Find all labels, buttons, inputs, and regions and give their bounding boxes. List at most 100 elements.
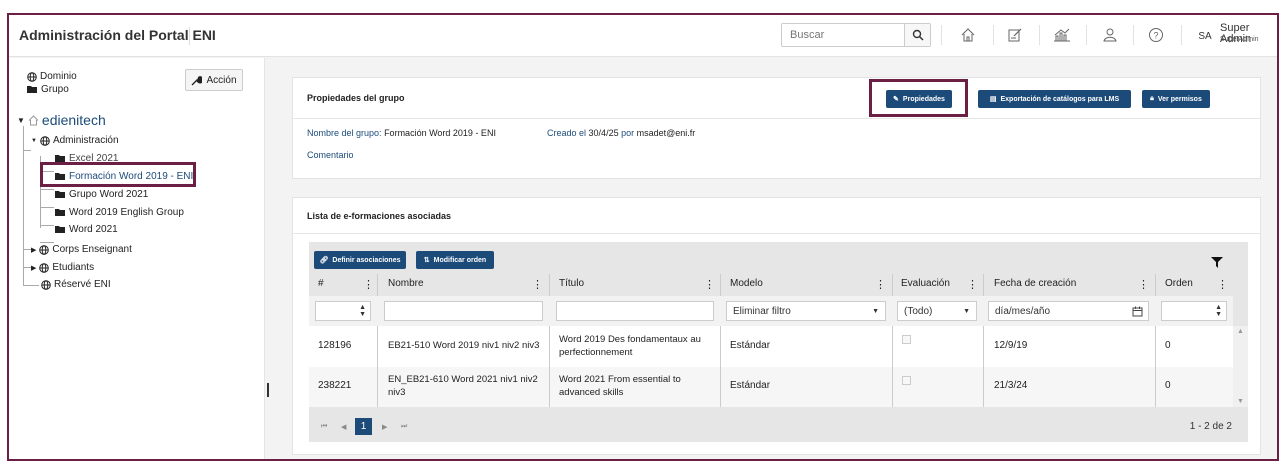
link-icon: 🔗︎ — [319, 257, 329, 264]
avatar[interactable]: SA — [1194, 26, 1216, 46]
page-button[interactable]: 1 — [355, 418, 372, 435]
collapse-toggle-icon[interactable]: ▼ — [31, 138, 37, 144]
column-header-orden[interactable]: Orden — [1165, 278, 1193, 289]
column-divider[interactable] — [720, 274, 721, 296]
cell-nombre: EN_EB21-610 Word 2021 niv1 niv2 niv3 — [388, 374, 538, 398]
column-header-modelo[interactable]: Modelo — [730, 278, 763, 289]
kebab-menu-icon[interactable]: ⋮ — [363, 278, 374, 291]
reports-button[interactable] — [1051, 23, 1073, 47]
tree-item-administracion[interactable]: ▼ Administración — [31, 135, 119, 146]
kebab-menu-icon[interactable]: ⋮ — [532, 278, 543, 291]
associated-trainings-card: Lista de e-formaciones asociadas 🔗︎ Defi… — [292, 197, 1261, 455]
column-divider — [892, 367, 893, 407]
column-header-titulo[interactable]: Título — [559, 278, 584, 289]
collapse-toggle-icon[interactable]: ▼ — [17, 116, 25, 125]
nombre-filter-input[interactable] — [384, 301, 543, 321]
column-divider[interactable] — [983, 274, 984, 296]
expand-toggle-icon[interactable]: ▶ — [31, 264, 36, 272]
column-divider — [1155, 367, 1156, 407]
cell-modelo: Estándar — [730, 340, 771, 351]
id-filter-input[interactable]: ▲ ▼ — [315, 301, 371, 321]
divider — [293, 233, 1260, 234]
table-row[interactable]: 128196 EB21-510 Word 2019 niv1 niv2 niv3… — [309, 326, 1233, 367]
export-label: Exportación de catálogos para LMS — [1000, 95, 1120, 103]
cell-fecha: 12/9/19 — [994, 340, 1028, 351]
column-divider[interactable] — [377, 274, 378, 296]
tree-item-domain[interactable]: ▶ Corps Enseignant — [31, 244, 132, 255]
column-header-fecha[interactable]: Fecha de creación — [994, 278, 1076, 289]
globe-icon — [40, 135, 50, 146]
view-permissions-button[interactable]: 🔒︎ Ver permisos — [1142, 90, 1210, 108]
accion-button[interactable]: Acción — [185, 69, 243, 91]
modelo-filter-select[interactable]: Eliminar filtro ▼ — [726, 301, 886, 321]
tree-item-group[interactable]: Word 2021 — [55, 224, 118, 235]
tree-item-label: Etudiants — [52, 262, 95, 273]
group-name-value: Formación Word 2019 - ENI — [384, 128, 496, 138]
search-input[interactable] — [782, 24, 904, 46]
tree-item-group[interactable]: Grupo Word 2021 — [55, 189, 148, 200]
filter-icon[interactable] — [1211, 257, 1223, 268]
help-button[interactable]: ? — [1145, 23, 1167, 47]
prev-page-icon[interactable]: ◀ — [341, 423, 346, 431]
column-header-id[interactable]: # — [318, 278, 324, 289]
column-divider[interactable] — [892, 274, 893, 296]
column-divider — [377, 326, 378, 367]
column-header-nombre[interactable]: Nombre — [388, 278, 424, 289]
tree-item-domain[interactable]: Réservé ENI — [41, 279, 111, 290]
scroll-up-icon[interactable]: ▲ — [1237, 328, 1244, 335]
titulo-filter-input[interactable] — [556, 301, 714, 321]
created-label: Creado el — [547, 128, 587, 138]
sidebar: Dominio Grupo Acción ▼ edienitech ▼ Admi… — [9, 58, 265, 459]
chevron-down-icon: ▼ — [872, 307, 879, 315]
tree-root[interactable]: ▼ edienitech — [17, 112, 106, 128]
tree-item-group[interactable]: Word 2019 English Group — [55, 207, 184, 218]
divider — [1181, 25, 1182, 45]
orden-filter-input[interactable]: ▲ ▼ — [1161, 301, 1227, 321]
kebab-menu-icon[interactable]: ⋮ — [875, 278, 886, 291]
spinner-icon[interactable]: ▲ ▼ — [359, 304, 366, 318]
evaluacion-filter-select[interactable]: (Todo) ▼ — [897, 301, 977, 321]
column-header-evaluacion[interactable]: Evaluación — [901, 278, 950, 289]
table-row[interactable]: 238221 EN_EB21-610 Word 2021 niv1 niv2 n… — [309, 367, 1233, 407]
kebab-menu-icon[interactable]: ⋮ — [704, 278, 715, 291]
first-page-icon[interactable]: ⏮︎ — [321, 423, 327, 431]
pager: ⏮︎ ◀ 1 ▶ ⏭︎ 1 - 2 de 2 — [309, 412, 1248, 442]
last-page-icon[interactable]: ⏭︎ — [401, 423, 407, 431]
evaluation-checkbox[interactable] — [902, 335, 911, 344]
column-divider[interactable] — [1155, 274, 1156, 296]
tree-item-label: Grupo Word 2021 — [69, 189, 149, 200]
home-button[interactable] — [957, 23, 979, 47]
edit-note-icon — [1008, 28, 1022, 42]
tree-line — [40, 189, 54, 190]
edit-button[interactable] — [1004, 23, 1026, 47]
search-button[interactable] — [904, 24, 930, 46]
tree-item-domain[interactable]: ▶ Etudiants — [31, 262, 94, 273]
modify-order-button[interactable]: ⇅ Modificar orden — [416, 251, 494, 269]
created-by-label: por — [621, 128, 635, 138]
globe-icon — [41, 279, 51, 290]
divider — [189, 27, 190, 45]
evaluation-checkbox[interactable] — [902, 376, 911, 385]
define-associations-button[interactable]: 🔗︎ Definir asociaciones — [314, 251, 406, 269]
column-divider — [1155, 326, 1156, 367]
export-catalogs-button[interactable]: ▤ Exportación de catálogos para LMS — [978, 90, 1131, 108]
resize-handle[interactable] — [267, 383, 269, 397]
spinner-icon[interactable]: ▲ ▼ — [1215, 304, 1222, 318]
calendar-icon[interactable] — [1132, 306, 1143, 317]
next-page-icon[interactable]: ▶ — [382, 423, 387, 431]
cell-titulo: Word 2021 From essential to advanced ski… — [559, 374, 681, 398]
kebab-menu-icon[interactable]: ⋮ — [1138, 278, 1149, 291]
expand-toggle-icon[interactable]: ▶ — [31, 246, 36, 254]
kebab-menu-icon[interactable]: ⋮ — [1217, 278, 1228, 291]
divider — [1086, 25, 1087, 45]
profile-button[interactable] — [1099, 23, 1121, 47]
globe-icon — [39, 244, 50, 255]
document-icon: ▤ — [989, 96, 997, 103]
svg-text:?: ? — [1153, 31, 1158, 41]
fecha-filter-input[interactable]: día/mes/año — [988, 301, 1149, 321]
scroll-down-icon[interactable]: ▼ — [1237, 398, 1244, 405]
vertical-scrollbar[interactable]: ▲ ▼ — [1233, 326, 1248, 407]
column-divider[interactable] — [549, 274, 550, 296]
kebab-menu-icon[interactable]: ⋮ — [967, 278, 978, 291]
definir-label: Definir asociaciones — [332, 256, 401, 264]
